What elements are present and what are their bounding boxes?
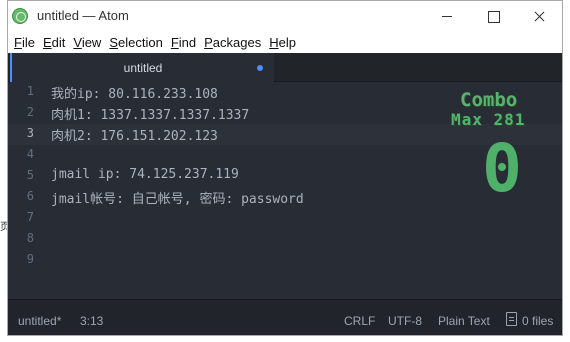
atom-window: untitled — Atom File Edit View Selection…	[7, 0, 563, 336]
tab-title: untitled	[123, 61, 163, 75]
line-number: 2	[26, 105, 34, 119]
maximize-button[interactable]	[470, 1, 516, 32]
code-line[interactable]: jmail帐号: 自己帐号, 密码: password	[51, 188, 304, 207]
status-line-ending[interactable]: CRLF	[344, 314, 375, 328]
close-button[interactable]	[516, 1, 562, 32]
file-icon[interactable]	[506, 312, 517, 326]
menu-file[interactable]: File	[14, 35, 35, 50]
minimize-button[interactable]	[424, 1, 470, 32]
line-number: 6	[26, 189, 34, 203]
atom-icon	[12, 8, 28, 24]
status-grammar[interactable]: Plain Text	[438, 314, 490, 328]
code-line[interactable]: 我的ip: 80.116.233.108	[51, 83, 218, 102]
code-line[interactable]: jmail ip: 74.125.237.119	[51, 167, 239, 182]
menu-view[interactable]: View	[73, 35, 101, 50]
modified-indicator-icon[interactable]	[257, 65, 263, 71]
code-line[interactable]: 肉机1: 1337.1337.1337.1337	[51, 104, 249, 123]
line-number: 1	[26, 84, 34, 98]
status-bar: untitled* 3:13 CRLF UTF-8 Plain Text 0 f…	[8, 299, 562, 335]
code-line[interactable]: 肉机2: 176.151.202.123	[51, 125, 218, 144]
line-number: 8	[26, 231, 34, 245]
line-number: 7	[26, 210, 34, 224]
menu-selection[interactable]: Selection	[109, 35, 162, 50]
menu-help[interactable]: Help	[269, 35, 296, 50]
status-encoding[interactable]: UTF-8	[388, 314, 422, 328]
background-window-text: 页	[0, 222, 7, 233]
status-cursor-position[interactable]: 3:13	[80, 314, 103, 328]
line-number-active: 3	[26, 126, 34, 140]
combo-counter: 0	[482, 130, 522, 207]
status-files-count[interactable]: 0 files	[522, 314, 553, 328]
menu-find[interactable]: Find	[171, 35, 196, 50]
line-number-gutter[interactable]: 1 2 3 4 5 6 7 8 9	[8, 82, 42, 299]
tab-untitled[interactable]: untitled	[10, 53, 274, 82]
combo-title: Combo	[460, 89, 518, 111]
status-file-name[interactable]: untitled*	[18, 314, 61, 328]
line-number: 4	[26, 147, 34, 161]
menu-bar: File Edit View Selection Find Packages H…	[8, 32, 562, 53]
title-bar[interactable]: untitled — Atom	[8, 1, 562, 32]
line-number: 5	[26, 168, 34, 182]
tab-bar: untitled	[8, 53, 562, 82]
menu-edit[interactable]: Edit	[43, 35, 65, 50]
window-title: untitled — Atom	[37, 8, 129, 23]
combo-max: Max 281	[451, 110, 526, 129]
line-number: 9	[26, 252, 34, 266]
text-editor[interactable]: 1 2 3 4 5 6 7 8 9 我的ip: 80.116.233.108 肉…	[8, 82, 562, 299]
menu-packages[interactable]: Packages	[204, 35, 261, 50]
